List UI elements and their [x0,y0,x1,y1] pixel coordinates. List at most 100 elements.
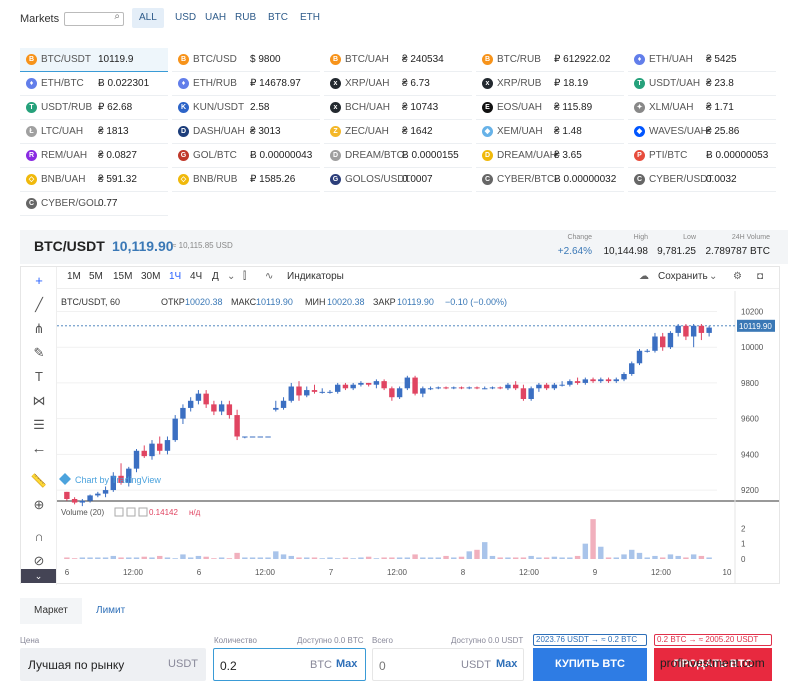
market-pair-btc-usd[interactable]: B BTC/USD $ 9800 [172,48,320,72]
timeframe-3[interactable]: 30M [141,271,160,282]
timeframe-5[interactable]: 4Ч [190,271,202,282]
candle-body [551,384,558,389]
brush-icon[interactable]: ✎ [29,343,49,363]
volume-bar [644,557,650,559]
market-pair-zec-uah[interactable]: Z ZEC/UAH ₴ 1642 [324,120,472,144]
crosshair-icon[interactable]: + [29,271,49,291]
currency-filter-all[interactable]: ALL [132,8,164,28]
currency-filter-eth[interactable]: ETH [293,8,327,28]
close-small-icon[interactable] [138,507,148,517]
market-pair-dream-uah[interactable]: D DREAM/UAH ₴ 3.65 [476,144,624,168]
candle-style-icon[interactable]: ⫿ [243,271,246,282]
market-pair-cyber-gol[interactable]: C CYBER/GOL 0.77 [20,192,168,216]
market-pair-btc-usdt[interactable]: B BTC/USDT 10119.9 [20,48,168,72]
buy-button[interactable]: КУПИТЬ BTC [533,648,647,681]
market-pair-ltc-uah[interactable]: Ł LTC/UAH ₴ 1813 [20,120,168,144]
candle-body [598,379,604,382]
market-pair-cyber-usdt[interactable]: C CYBER/USDT 0.0032 [628,168,776,192]
pair-name: EOS/UAH [497,102,543,113]
market-pair-btc-uah[interactable]: B BTC/UAH ₴ 240534 [324,48,472,72]
total-max-button[interactable]: Max [496,658,517,670]
market-pair-usdt-uah[interactable]: T USDT/UAH ₴ 23.8 [628,72,776,96]
price-axis-label: 9600 [741,415,759,424]
settings-icon[interactable]: ⚙ [733,271,742,282]
market-search-input[interactable]: ⌕ [64,11,124,26]
market-pair-bch-uah[interactable]: x BCH/UAH ₴ 10743 [324,96,472,120]
cloud-icon[interactable]: ☁ [639,271,649,282]
price-axis-label: 10200 [741,308,764,317]
xrp-icon: x [330,78,341,89]
pair-name: ZEC/UAH [345,126,389,137]
pair-price: ₴ 1.71 [706,102,734,113]
market-pair-eth-uah[interactable]: ♦ ETH/UAH ₴ 5425 [628,48,776,72]
save-button[interactable]: Сохранить [658,271,708,282]
timeframe-2[interactable]: 15M [113,271,132,282]
volume-bar [79,557,86,559]
price-label: Цена [20,636,40,645]
fib-icon[interactable]: ☰ [29,415,49,435]
volume-bar [319,558,325,559]
market-pair-bnb-rub[interactable]: ◇ BNB/RUB ₽ 1585.26 [172,168,320,192]
candle-body [71,499,78,503]
market-pair-pti-btc[interactable]: P PTI/BTC Ƀ 0.00000053 [628,144,776,168]
total-input[interactable]: 0 USDT Max [372,648,524,681]
timeframe-0[interactable]: 1M [67,271,81,282]
save-chevron-icon[interactable]: ⌄ [709,271,717,282]
indicators-button[interactable]: Индикаторы [287,271,344,282]
price-axis-label: 9400 [741,450,759,459]
market-pair-eth-btc[interactable]: ♦ ETH/BTC Ƀ 0.022301 [20,72,168,96]
qty-max-button[interactable]: Max [336,658,357,670]
lock-icon[interactable]: ⊘ [29,551,49,571]
eye-icon[interactable] [114,507,124,517]
market-pair-xem-uah[interactable]: ◆ XEM/UAH ₴ 1.48 [476,120,624,144]
pitchfork-icon[interactable]: ⋔ [29,319,49,339]
price-chart[interactable]: 1020010000980096009400920010119.902106 12… [57,291,779,583]
market-pair-kun-usdt[interactable]: K KUN/USDT 2.58 [172,96,320,120]
market-pair-dream-btc[interactable]: D DREAM/BTC Ƀ 0.0000155 [324,144,472,168]
zoom-in-icon[interactable]: ⊕ [29,495,49,515]
back-arrow-icon[interactable]: ← [29,439,49,459]
pair-price: 0.0032 [706,174,737,185]
volume-bar [582,543,589,559]
quantity-input[interactable]: 0.2 BTC Max [213,648,366,681]
qty-unit: BTC [310,659,332,671]
candle-body [164,440,171,451]
tab-market[interactable]: Маркет [20,598,82,624]
trendline-icon[interactable]: ╱ [29,295,49,315]
market-pair-golos-usdt[interactable]: G GOLOS/USDT 0.0007 [324,168,472,192]
market-pair-gol-btc[interactable]: G GOL/BTC Ƀ 0.00000043 [172,144,320,168]
price-field[interactable]: Лучшая по рынку USDT [20,648,206,681]
timeframe-6[interactable]: Д [212,271,219,282]
market-pair-eos-uah[interactable]: E EOS/UAH ₴ 115.89 [476,96,624,120]
market-pair-bnb-uah[interactable]: ◇ BNB/UAH ₴ 591.32 [20,168,168,192]
timeframe-1[interactable]: 5M [89,271,103,282]
market-pair-btc-rub[interactable]: B BTC/RUB ₽ 612922.02 [476,48,624,72]
currency-filter-rub[interactable]: RUB [228,8,263,28]
camera-icon[interactable]: ◘ [757,271,763,282]
volume-bar [590,519,596,559]
tab-limit[interactable]: Лимит [82,598,144,624]
timeframe-4[interactable]: 1Ч [169,271,181,282]
btc-icon: B [330,54,341,65]
magnet-icon[interactable]: ∩ [29,527,49,547]
market-pair-cyber-btc[interactable]: C CYBER/BTC Ƀ 0.00000032 [476,168,624,192]
market-pair-eth-rub[interactable]: ♦ ETH/RUB ₽ 14678.97 [172,72,320,96]
drawing-toolbar: + ╱ ⋔ ✎ T ⋈ ☰ ← 📏 ⊕ ∩ ⊘ ⌄ [21,267,57,585]
text-tool-icon[interactable]: T [29,367,49,387]
currency-filter-btc[interactable]: BTC [261,8,295,28]
market-pair-xlm-uah[interactable]: ✦ XLM/UAH ₴ 1.71 [628,96,776,120]
xlm-icon: ✦ [634,102,645,113]
market-pair-dash-uah[interactable]: D DASH/UAH ₴ 3013 [172,120,320,144]
market-pair-xrp-uah[interactable]: x XRP/UAH ₴ 6.73 [324,72,472,96]
market-pair-waves-uah[interactable]: ◆ WAVES/UAH ₴ 25.86 [628,120,776,144]
market-pair-usdt-rub[interactable]: T USDT/RUB ₽ 62.68 [20,96,168,120]
pattern-icon[interactable]: ⋈ [29,391,49,411]
settings-small-icon[interactable] [126,507,136,517]
chevron-down-icon[interactable]: ⌄ [227,271,235,282]
market-pair-xrp-rub[interactable]: x XRP/RUB ₽ 18.19 [476,72,624,96]
indicators-icon[interactable]: ∿ [265,271,273,282]
collapse-toolbar-button[interactable]: ⌄ [21,569,56,583]
market-pair-rem-uah[interactable]: R REM/UAH ₴ 0.0827 [20,144,168,168]
ruler-icon[interactable]: 📏 [29,471,49,491]
volume-bar [497,557,503,559]
